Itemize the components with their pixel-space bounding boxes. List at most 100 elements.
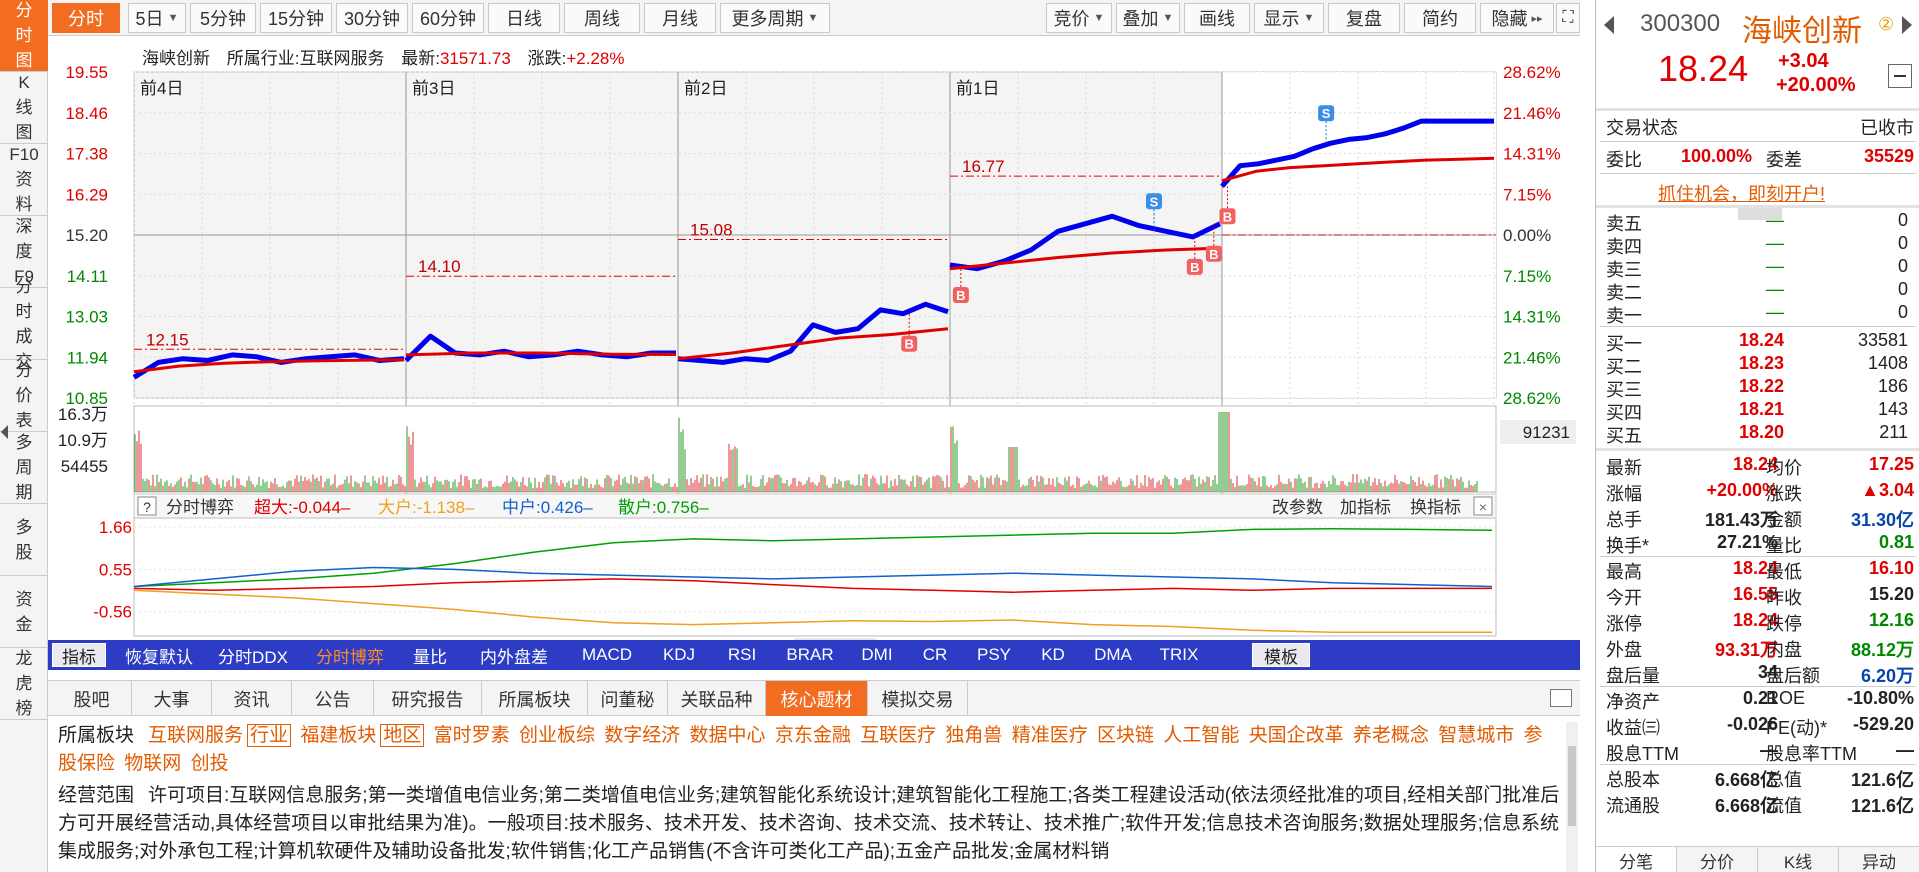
sector-link[interactable]: 福建板块 xyxy=(300,725,376,746)
collapse-left-icon[interactable] xyxy=(1,425,8,439)
sector-link[interactable]: 富时罗素 xyxy=(434,725,510,746)
period-button-7[interactable]: 周线 xyxy=(564,3,640,33)
pct-tick-label: 0.00% xyxy=(1503,226,1551,245)
info-tab-5[interactable]: 所属板块 xyxy=(482,681,588,716)
bid-row: 买一 18.24 33581 xyxy=(1596,330,1919,354)
left-tab-9[interactable]: 龙虎榜 xyxy=(0,648,48,720)
sector-link[interactable]: 互联网服务 xyxy=(148,725,243,746)
stat-label: 最新 xyxy=(1606,458,1642,478)
info-scrollbar[interactable] xyxy=(1566,722,1578,872)
info-tab-7[interactable]: 关联品种 xyxy=(668,681,766,716)
info-tab-2[interactable]: 资讯 xyxy=(212,681,292,716)
sector-link[interactable]: 物联网 xyxy=(124,753,181,774)
info-tab-1[interactable]: 大事 xyxy=(132,681,212,716)
left-tab-8[interactable]: 资金 xyxy=(0,576,48,648)
info-tabs: 股吧 大事 资讯 公告 研究报告 所属板块 问董秘 关联品种 核心题材 模拟交易 xyxy=(48,680,1580,716)
sector-link[interactable]: 精准医疗 xyxy=(1012,725,1088,746)
game-item-value: 0.756– xyxy=(657,498,710,517)
bottom-tab-3[interactable]: 异动 xyxy=(1839,847,1919,872)
tool-button-2[interactable]: 画线 xyxy=(1184,3,1250,33)
panel-toggle-icon[interactable] xyxy=(1550,689,1572,707)
info-tab-6[interactable]: 问董秘 xyxy=(588,681,668,716)
indicator-10[interactable]: DMI xyxy=(850,643,904,667)
period-button-2[interactable]: 5分钟 xyxy=(190,3,256,33)
indicator-6[interactable]: MACD xyxy=(570,643,644,667)
remove-watchlist-button[interactable] xyxy=(1888,64,1912,88)
indicator-7[interactable]: KDJ xyxy=(652,643,706,667)
game-button-1[interactable]: 加指标 xyxy=(1340,498,1391,517)
indicator-3[interactable]: 分时博弈 xyxy=(306,643,394,667)
scroll-thumb[interactable] xyxy=(1568,746,1576,826)
left-tab-1[interactable]: K线图 xyxy=(0,72,48,144)
left-tab-5[interactable]: 分价表 xyxy=(0,360,48,432)
indicator-16[interactable]: 模板 xyxy=(1252,643,1310,667)
sector-link[interactable]: 创业板综 xyxy=(519,725,595,746)
indicator-1[interactable]: 恢复默认 xyxy=(118,643,200,667)
indicator-0[interactable]: 指标 xyxy=(52,643,106,667)
left-tab-0[interactable]: 分时图 xyxy=(0,0,48,72)
bottom-tab-0[interactable]: 分笔 xyxy=(1596,847,1677,872)
sector-link[interactable]: 智慧城市 xyxy=(1438,725,1514,746)
pct-tick-label: 21.46% xyxy=(1503,348,1561,367)
tool-button-1[interactable]: 叠加 ▼ xyxy=(1116,3,1180,33)
period-button-1[interactable]: 5日 ▼ xyxy=(128,3,186,33)
info-tab-0[interactable]: 股吧 xyxy=(52,681,132,716)
tool-button-4[interactable]: 复盘 xyxy=(1328,3,1400,33)
game-button-2[interactable]: 换指标 xyxy=(1410,498,1461,517)
tool-button-0[interactable]: 竞价 ▼ xyxy=(1046,3,1112,33)
sector-link[interactable]: 数字经济 xyxy=(604,725,680,746)
tool-button-6[interactable]: 隐藏 ▸▸ xyxy=(1480,3,1554,33)
industry-value[interactable]: 互联网服务 xyxy=(299,49,384,68)
info-tab-4[interactable]: 研究报告 xyxy=(374,681,482,716)
period-button-6[interactable]: 日线 xyxy=(488,3,560,33)
info-tab-9[interactable]: 模拟交易 xyxy=(868,681,968,716)
bottom-tab-2[interactable]: K线 xyxy=(1758,847,1839,872)
period-button-3[interactable]: 15分钟 xyxy=(260,3,332,33)
sector-link[interactable]: 央国企改革 xyxy=(1249,725,1344,746)
period-button-5[interactable]: 60分钟 xyxy=(412,3,484,33)
promo-link[interactable]: 抓住机会，即刻开户! xyxy=(1658,180,1825,206)
period-button-4[interactable]: 30分钟 xyxy=(336,3,408,33)
indicator-12[interactable]: PSY xyxy=(966,643,1022,667)
indicator-5[interactable]: 内外盘差 xyxy=(466,643,562,667)
left-tab-2[interactable]: F10资料 xyxy=(0,144,48,216)
indicator-8[interactable]: RSI xyxy=(714,643,770,667)
sector-tag: 行业 xyxy=(247,724,292,747)
tool-button-3[interactable]: 显示 ▼ xyxy=(1254,3,1324,33)
indicator-15[interactable]: TRIX xyxy=(1150,643,1208,667)
sector-link[interactable]: 区块链 xyxy=(1097,725,1154,746)
stat-label: 昨收 xyxy=(1766,588,1802,608)
indicator-9[interactable]: BRAR xyxy=(778,643,842,667)
period-button-9[interactable]: 更多周期 ▼ xyxy=(720,3,830,33)
game-tick-label: 0.55 xyxy=(99,560,132,579)
stat-row: 涨停 18.24 跌停 12.16 xyxy=(1596,610,1919,634)
sector-link[interactable]: 独角兽 xyxy=(945,725,1002,746)
divider xyxy=(1596,205,1919,208)
indicator-14[interactable]: DMA xyxy=(1084,643,1142,667)
left-tab-6[interactable]: 多周期 xyxy=(0,432,48,504)
fullscreen-button[interactable]: ⛶ xyxy=(1556,3,1580,33)
left-tab-4[interactable]: 分时成交 xyxy=(0,277,48,371)
period-button-0[interactable]: 分时 xyxy=(52,3,120,33)
sector-link[interactable]: 互联医疗 xyxy=(860,725,936,746)
info-tab-8[interactable]: 核心题材 xyxy=(766,681,868,716)
sector-link[interactable]: 数据中心 xyxy=(690,725,766,746)
sector-link[interactable]: 创投 xyxy=(191,753,229,774)
bottom-tab-1[interactable]: 分价 xyxy=(1677,847,1758,872)
sector-link[interactable]: 养老概念 xyxy=(1353,725,1429,746)
sector-link[interactable]: 京东金融 xyxy=(775,725,851,746)
indicator-13[interactable]: KD xyxy=(1030,643,1076,667)
period-button-8[interactable]: 月线 xyxy=(644,3,716,33)
indicator-4[interactable]: 量比 xyxy=(402,643,458,667)
next-stock-icon[interactable] xyxy=(1902,16,1912,34)
sector-link[interactable]: 人工智能 xyxy=(1163,725,1239,746)
info-tab-3[interactable]: 公告 xyxy=(292,681,374,716)
pct-tick-label: 28.62% xyxy=(1503,63,1561,82)
left-tab-7[interactable]: 多股 xyxy=(0,504,48,576)
stock-name: 海峡创新 xyxy=(1742,15,1862,48)
indicator-11[interactable]: CR xyxy=(912,643,958,667)
prev-stock-icon[interactable] xyxy=(1604,16,1614,34)
indicator-2[interactable]: 分时DDX xyxy=(208,643,298,667)
tool-button-5[interactable]: 简约 xyxy=(1404,3,1476,33)
game-button-0[interactable]: 改参数 xyxy=(1272,498,1323,517)
